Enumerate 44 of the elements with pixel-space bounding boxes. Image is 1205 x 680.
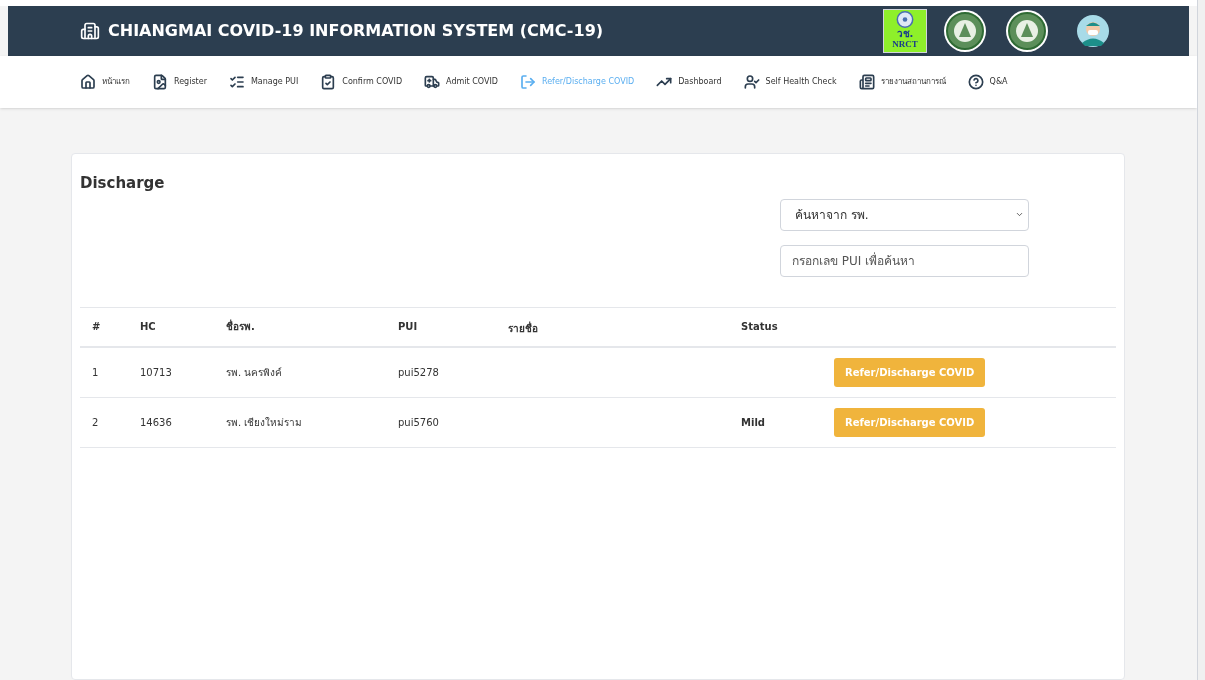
seal-logo [941,9,989,53]
question-icon [967,74,984,90]
table-cell: 14636 [140,416,172,428]
nav-link[interactable]: Confirm COVID [320,74,403,90]
nav-link[interactable]: Manage PUI [228,74,299,90]
nav-link[interactable]: Admit COVID [424,74,498,90]
column-header: รายชื่อ [508,322,538,334]
column-header: PUI [398,321,418,332]
column-header: Status [741,321,778,332]
nav-link[interactable]: รายงานสถานการณ์ [858,74,946,90]
table-cell: รพ. นครพิงค์ [226,366,283,378]
emblem-icon [895,11,915,28]
document-icon [152,74,168,90]
table-cell: pui5278 [398,366,439,378]
card-title: Discharge [80,173,166,194]
column-header: ชื่อรพ. [226,321,255,332]
user-check-icon [743,74,760,90]
table-cell: 1 [92,366,99,378]
nav-link[interactable]: Q&A [967,74,1008,90]
nav-link[interactable]: Register [152,74,207,90]
status-text: Mild [741,416,765,428]
building-icon [80,21,100,41]
pui-search-field[interactable]: กรอกเลข PUI เพื่อค้นหา [780,244,1029,277]
chevron-down-icon [1015,210,1024,219]
table-cell: 2 [92,416,99,428]
app-title: CHIANGMAI COVID-19 INFORMATION SYSTEM (CMC-19) [108,20,604,42]
newspaper-icon [858,74,875,90]
home-icon [80,74,96,90]
logo-caption: NRCT [892,39,918,49]
ambulance-icon [424,74,441,90]
nav-link[interactable]: Self Health Check [743,74,837,90]
table-cell: รพ. เชียงใหม่ราม [226,416,303,428]
table-cell: 10713 [140,366,172,378]
logo-text: วช. [896,28,914,39]
column-header: # [92,321,101,332]
seal-logo [1003,9,1051,53]
table-cell: pui5760 [398,416,439,428]
nav-link[interactable]: Dashboard [656,74,722,90]
clipboard-check-icon [320,74,337,90]
doctor-avatar-icon [1077,15,1109,47]
column-header: HC [140,321,156,332]
hospital-select[interactable]: ค้นหาจาก รพ. [780,198,1029,231]
checklist-icon [228,74,245,90]
nav-link[interactable]: หน้าแรก [80,74,130,90]
